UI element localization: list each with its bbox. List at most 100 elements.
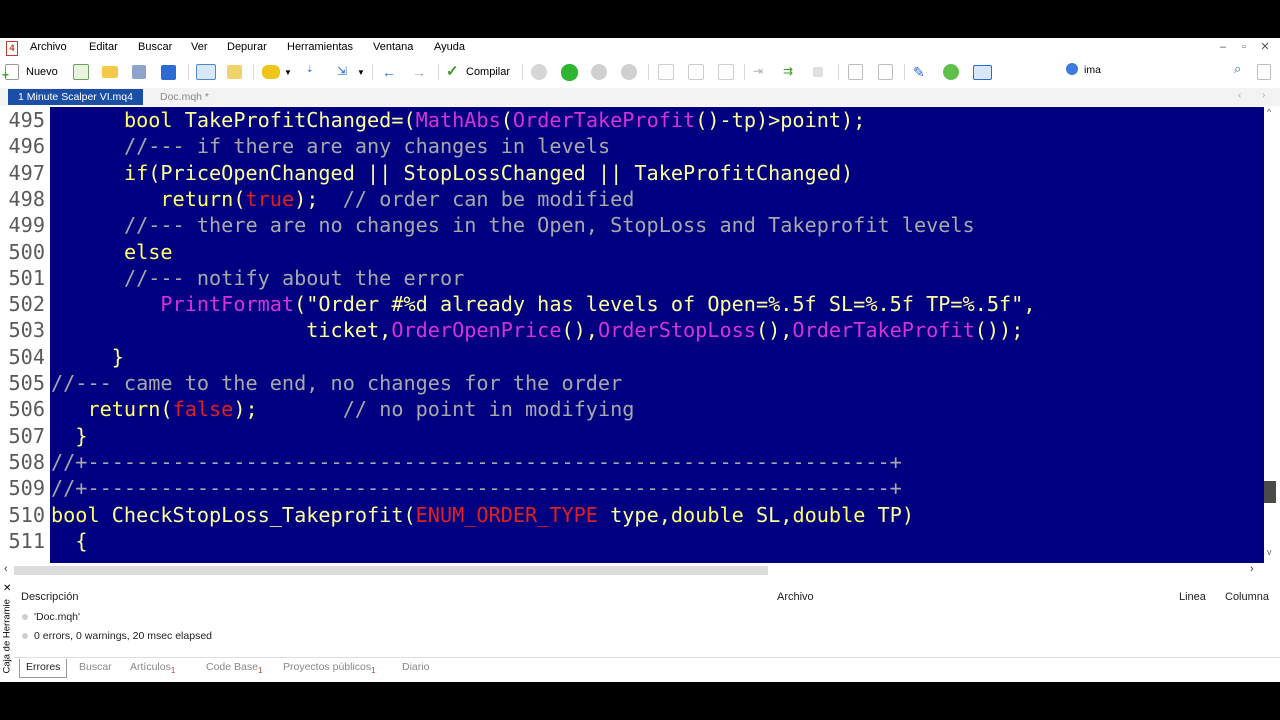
insert-function-button[interactable]: ⇲ ▼ bbox=[337, 62, 365, 82]
code-text: else bbox=[51, 239, 173, 265]
list-item-text: 0 errors, 0 warnings, 20 msec elapsed bbox=[34, 630, 213, 642]
new-button[interactable]: + Nuevo bbox=[2, 62, 58, 82]
step-over-icon bbox=[688, 64, 704, 80]
copy-button[interactable] bbox=[848, 62, 863, 82]
stop-button[interactable] bbox=[621, 62, 637, 82]
find-button[interactable] bbox=[878, 62, 893, 82]
tab-diario[interactable]: Diario bbox=[402, 661, 429, 673]
code-token: return bbox=[87, 397, 161, 422]
run-to-cursor-button[interactable]: ⇥ bbox=[753, 62, 769, 82]
step-out-button[interactable] bbox=[718, 62, 734, 82]
scroll-right-icon[interactable]: › bbox=[1250, 563, 1254, 575]
menu-editar[interactable]: Editar bbox=[89, 41, 118, 53]
tab-label: Errores bbox=[26, 661, 61, 673]
scroll-left-icon[interactable]: ‹ bbox=[4, 563, 8, 575]
styler-icon bbox=[262, 65, 280, 79]
toolbox-sidebar: ✕ Caja de Herramie bbox=[0, 583, 14, 682]
menu-ver[interactable]: Ver bbox=[191, 41, 208, 53]
code-token: //+-------------------------------------… bbox=[51, 449, 902, 474]
wizard-button[interactable] bbox=[73, 62, 89, 82]
variable-icon: ⇣ bbox=[306, 64, 314, 74]
vertical-scrollbar[interactable]: ^ v bbox=[1264, 107, 1280, 563]
terminal-button[interactable] bbox=[973, 62, 992, 82]
tabs-scroll-right-icon[interactable]: › bbox=[1262, 90, 1265, 101]
code-token: PrintFormat bbox=[160, 292, 295, 317]
scroll-down-icon[interactable]: v bbox=[1267, 547, 1272, 557]
column-file[interactable]: Archivo bbox=[777, 591, 814, 603]
compile-button[interactable]: ✓ Compilar bbox=[446, 62, 510, 82]
save-icon bbox=[132, 65, 146, 79]
scroll-up-icon[interactable]: ^ bbox=[1267, 107, 1271, 117]
line-number: 508 bbox=[8, 449, 45, 474]
code-token: ()-tp)>point); bbox=[695, 108, 866, 132]
menu-depurar[interactable]: Depurar bbox=[227, 41, 267, 53]
tab-articulos[interactable]: Artículos1 bbox=[130, 661, 175, 675]
menu-ayuda[interactable]: Ayuda bbox=[434, 41, 465, 53]
open-button[interactable] bbox=[102, 62, 118, 82]
menu-buscar[interactable]: Buscar bbox=[138, 41, 172, 53]
vertical-scroll-thumb[interactable] bbox=[1264, 481, 1276, 503]
community-button[interactable] bbox=[943, 62, 959, 82]
profile-icon bbox=[531, 64, 547, 80]
copy-icon bbox=[848, 64, 863, 80]
toolbox-button[interactable] bbox=[227, 62, 242, 82]
start-debug-button[interactable] bbox=[561, 62, 578, 82]
code-token: if bbox=[123, 160, 149, 185]
search-box[interactable]: ⌕ bbox=[1062, 61, 1252, 81]
toolbar-separator bbox=[648, 64, 649, 80]
toolbar-separator bbox=[744, 64, 745, 80]
market-button[interactable]: ✎ bbox=[913, 62, 929, 82]
code-token: OrderTakeProfit bbox=[792, 318, 975, 343]
tabs-scroll-left-icon[interactable]: ‹ bbox=[1238, 90, 1241, 101]
back-button[interactable]: ← bbox=[382, 62, 398, 82]
tab-proyectos-publicos[interactable]: Proyectos públicos1 bbox=[283, 661, 376, 675]
step-over-button[interactable] bbox=[688, 62, 704, 82]
column-description[interactable]: Descripción bbox=[21, 591, 78, 603]
horizontal-scrollbar[interactable]: ‹ › bbox=[0, 563, 1264, 579]
code-token: ticket, bbox=[306, 318, 392, 343]
remove-breakpoints-button[interactable] bbox=[813, 62, 823, 82]
menu-ventana[interactable]: Ventana bbox=[373, 41, 413, 53]
menu-herramientas[interactable]: Herramientas bbox=[287, 41, 353, 53]
toolbox-label: Caja de Herramie bbox=[1, 599, 13, 674]
column-line[interactable]: Linea bbox=[1179, 591, 1206, 603]
tab-errores[interactable]: Errores bbox=[19, 659, 68, 678]
search-input[interactable] bbox=[1084, 62, 1224, 78]
line-number: 505 bbox=[8, 371, 45, 395]
step-out-icon bbox=[718, 64, 734, 80]
profile-button[interactable] bbox=[531, 62, 547, 82]
globe-icon bbox=[943, 64, 959, 80]
save-button[interactable] bbox=[132, 62, 146, 82]
search-options-button[interactable] bbox=[1257, 62, 1271, 82]
close-icon[interactable]: ✕ bbox=[1256, 40, 1274, 53]
line-number: 502 bbox=[8, 292, 45, 317]
tab-code-base[interactable]: Code Base1 bbox=[206, 661, 262, 675]
minimize-icon[interactable]: – bbox=[1214, 41, 1232, 53]
save-all-button[interactable] bbox=[161, 62, 176, 82]
search-icon[interactable]: ⌕ bbox=[1234, 61, 1241, 77]
tab-doc-mqh[interactable]: Doc.mqh * bbox=[150, 89, 219, 105]
code-editor[interactable]: 495 bool TakeProfitChanged=(MathAbs(Orde… bbox=[0, 107, 1264, 563]
navigator-button[interactable] bbox=[196, 62, 216, 82]
step-into-button[interactable] bbox=[658, 62, 674, 82]
menu-archivo[interactable]: Archivo bbox=[30, 41, 67, 53]
tab-1-minute-scalper[interactable]: 1 Minute Scalper VI.mq4 bbox=[8, 89, 143, 105]
code-token: ( bbox=[160, 397, 173, 422]
list-item[interactable]: 'Doc.mqh' bbox=[22, 611, 80, 623]
restore-icon[interactable]: ▫ bbox=[1235, 41, 1253, 53]
insert-variable-button[interactable]: ⇣ bbox=[306, 62, 324, 82]
horizontal-scroll-thumb[interactable] bbox=[14, 566, 768, 575]
column-column[interactable]: Columna bbox=[1225, 591, 1269, 603]
code-text: PrintFormat("Order #%d already has level… bbox=[51, 291, 1035, 317]
styler-button[interactable]: ▼ bbox=[262, 62, 292, 82]
list-item[interactable]: 0 errors, 0 warnings, 20 msec elapsed bbox=[22, 630, 212, 642]
forward-button[interactable]: → bbox=[412, 62, 428, 82]
code-token: { bbox=[75, 528, 88, 553]
toggle-breakpoint-button[interactable]: ⇉ bbox=[783, 62, 799, 82]
pause-icon bbox=[591, 64, 607, 80]
pause-button[interactable] bbox=[591, 62, 607, 82]
tab-buscar[interactable]: Buscar bbox=[79, 661, 112, 673]
